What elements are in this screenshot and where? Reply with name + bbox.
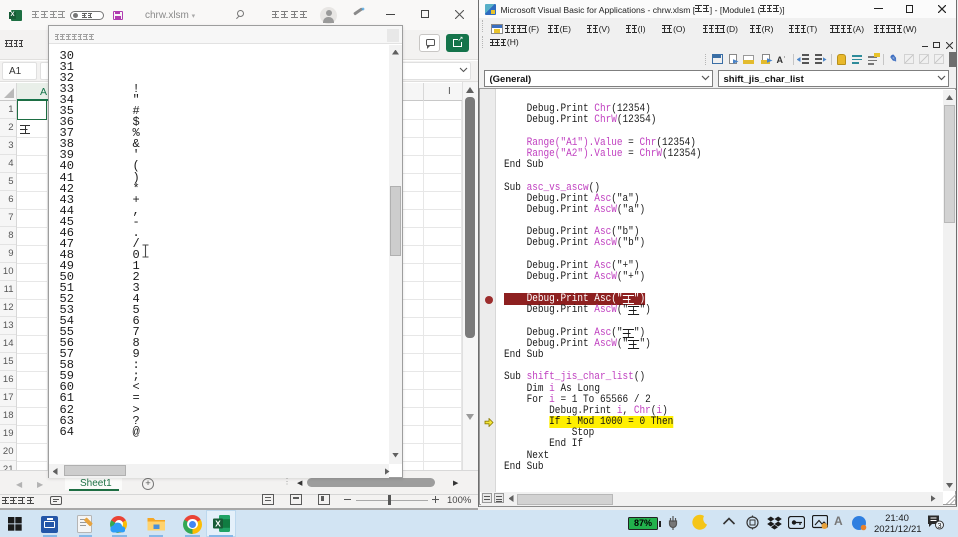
svg-text:X: X xyxy=(215,519,221,529)
svg-text:3: 3 xyxy=(937,521,941,530)
